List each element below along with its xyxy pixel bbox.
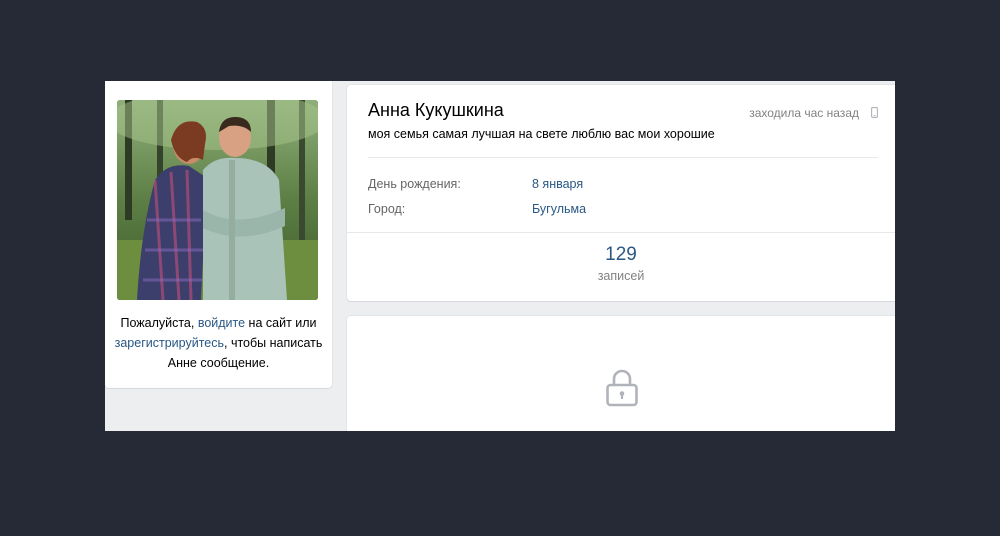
- avatar-card: Пожалуйста, войдите на сайт или зарегист…: [105, 81, 332, 388]
- city-value[interactable]: Бугульма: [532, 202, 586, 216]
- login-prompt-text-before: Пожалуйста,: [120, 316, 198, 330]
- register-link[interactable]: зарегистрируйтесь: [115, 336, 224, 350]
- profile-status: моя семья самая лучшая на свете люблю ва…: [368, 127, 715, 141]
- counters-divider: [347, 232, 895, 233]
- posts-count-label: записей: [597, 269, 645, 283]
- profile-divider: [368, 157, 878, 158]
- profile-photo[interactable]: [117, 100, 318, 300]
- login-prompt-text-middle: на сайт или: [245, 316, 317, 330]
- profile-page: Пожалуйста, войдите на сайт или зарегист…: [105, 81, 895, 431]
- login-link[interactable]: войдите: [198, 316, 245, 330]
- lock-icon: [606, 369, 638, 407]
- posts-count: 129: [605, 244, 637, 265]
- profile-info-card: Анна Кукушкина моя семья самая лучшая на…: [347, 85, 895, 301]
- posts-counter[interactable]: 129 записей: [347, 243, 895, 285]
- profile-photo-image: [117, 100, 318, 300]
- mobile-phone-icon: [871, 107, 878, 118]
- profile-name: Анна Кукушкина: [368, 100, 504, 120]
- login-prompt: Пожалуйста, войдите на сайт или зарегист…: [111, 313, 326, 373]
- birthday-label: День рождения:: [368, 177, 461, 191]
- birthday-value[interactable]: 8 января: [532, 177, 583, 191]
- last-seen-text: заходила час назад: [749, 106, 859, 120]
- city-label: Город:: [368, 202, 406, 216]
- private-profile-card: [347, 316, 895, 431]
